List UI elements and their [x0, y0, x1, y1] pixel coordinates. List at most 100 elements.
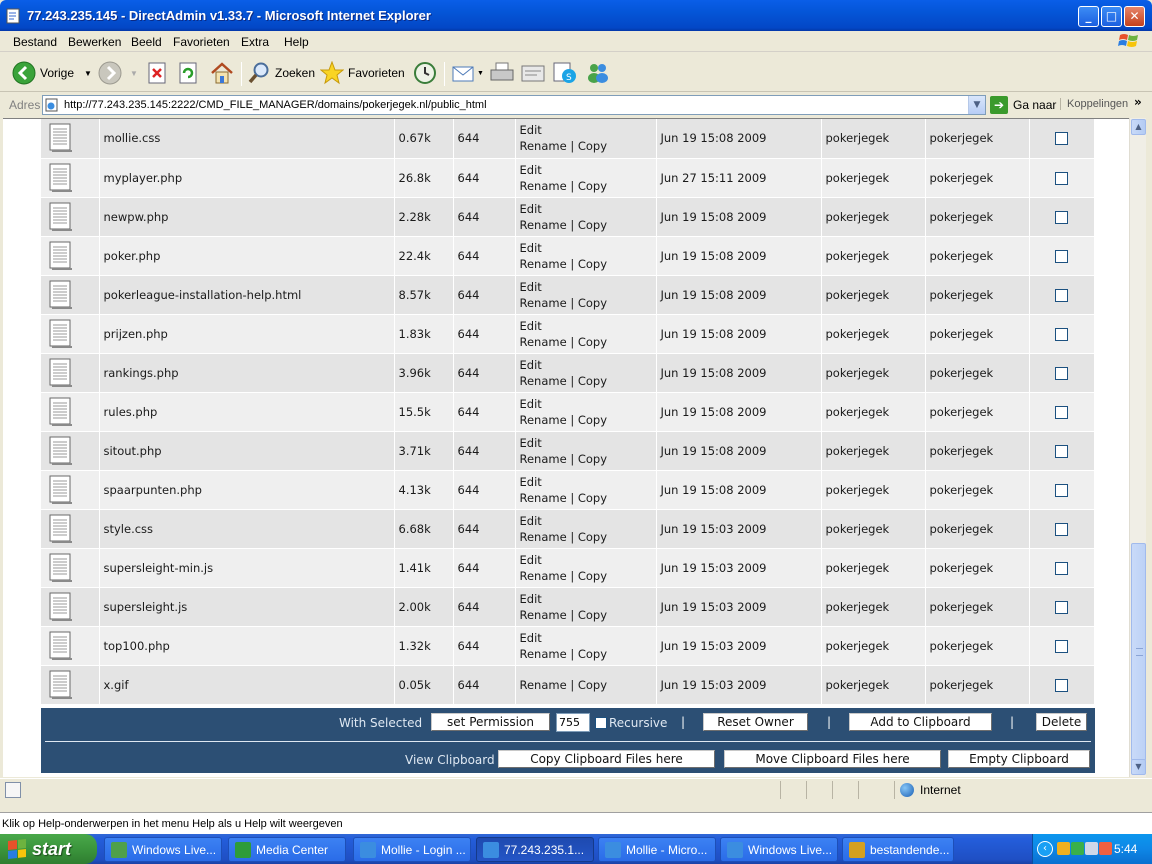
empty-clipboard-button[interactable]: Empty Clipboard — [948, 750, 1090, 768]
file-icon[interactable] — [47, 631, 75, 661]
scroll-up-icon[interactable]: ▲ — [1131, 119, 1146, 135]
file-icon[interactable] — [47, 514, 75, 544]
file-name[interactable]: rankings.php — [99, 353, 395, 393]
menu-bestand[interactable]: Bestand — [13, 35, 57, 49]
rename-link[interactable]: Rename — [520, 452, 567, 466]
skype-button[interactable]: S — [552, 60, 578, 86]
print-button[interactable] — [489, 60, 515, 86]
delete-button[interactable]: Delete — [1036, 713, 1087, 731]
file-name[interactable]: top100.php — [99, 626, 395, 666]
copy-link[interactable]: Copy — [578, 530, 607, 544]
select-checkbox[interactable] — [1055, 405, 1069, 419]
copy-link[interactable]: Copy — [578, 491, 607, 505]
file-name[interactable]: myplayer.php — [99, 158, 395, 198]
tray-media-icon[interactable] — [1099, 842, 1112, 855]
file-name[interactable]: supersleight.js — [99, 587, 395, 627]
recursive-checkbox[interactable] — [595, 717, 607, 729]
file-permission[interactable]: 644 — [453, 158, 516, 198]
go-button[interactable]: ➔ Ga naar — [990, 96, 1056, 114]
edit-link[interactable]: Edit — [520, 553, 542, 567]
copy-link[interactable]: Copy — [578, 647, 607, 661]
file-name[interactable]: sitout.php — [99, 431, 395, 471]
mail-dropdown-icon[interactable]: ▼ — [477, 70, 484, 77]
tray-network-icon[interactable] — [1071, 842, 1084, 855]
close-button[interactable]: ✕ — [1124, 6, 1145, 27]
edit-link[interactable]: Edit — [520, 631, 542, 645]
rename-link[interactable]: Rename — [520, 530, 567, 544]
file-icon[interactable] — [47, 592, 75, 622]
rename-link[interactable]: Rename — [520, 218, 567, 232]
links-label[interactable]: Koppelingen — [1060, 98, 1128, 110]
menu-help[interactable]: Help — [284, 35, 309, 49]
edit-link[interactable]: Edit — [520, 280, 542, 294]
select-checkbox[interactable] — [1055, 639, 1069, 653]
taskbar-button[interactable]: Mollie - Login ... — [353, 837, 471, 862]
taskbar-button[interactable]: Windows Live... — [720, 837, 838, 862]
rename-link[interactable]: Rename — [520, 139, 567, 153]
menu-favorieten[interactable]: Favorieten — [173, 35, 230, 49]
file-name[interactable]: mollie.css — [99, 119, 395, 159]
rename-link[interactable]: Rename — [520, 374, 567, 388]
edit-link[interactable]: Edit — [520, 202, 542, 216]
set-permission-button[interactable]: set Permission — [431, 713, 550, 731]
file-icon[interactable] — [47, 553, 75, 583]
rename-link[interactable]: Rename — [520, 569, 567, 583]
address-input[interactable]: http://77.243.235.145:2222/CMD_FILE_MANA… — [42, 95, 986, 115]
file-name[interactable]: rules.php — [99, 392, 395, 432]
select-checkbox[interactable] — [1055, 366, 1069, 380]
rename-link[interactable]: Rename — [520, 678, 567, 692]
edit-link[interactable]: Edit — [520, 123, 542, 137]
search-button[interactable]: Zoeken — [247, 60, 315, 86]
minimize-button[interactable]: _ — [1078, 6, 1099, 27]
file-icon[interactable] — [47, 475, 75, 505]
scrollbar-thumb[interactable] — [1131, 543, 1146, 761]
reset-owner-button[interactable]: Reset Owner — [703, 713, 808, 731]
select-checkbox[interactable] — [1055, 171, 1069, 185]
vertical-scrollbar[interactable]: ▲ ▼ — [1129, 118, 1146, 777]
tray-volume-icon[interactable] — [1085, 842, 1098, 855]
file-name[interactable]: newpw.php — [99, 197, 395, 237]
taskbar-button[interactable]: Media Center — [228, 837, 346, 862]
select-checkbox[interactable] — [1055, 483, 1069, 497]
select-checkbox[interactable] — [1055, 444, 1069, 458]
copy-link[interactable]: Copy — [578, 296, 607, 310]
file-permission[interactable]: 644 — [453, 587, 516, 627]
back-button[interactable]: Vorige ▼ — [12, 60, 92, 86]
file-icon[interactable] — [47, 319, 75, 349]
tray-shield-icon[interactable] — [1057, 842, 1070, 855]
edit-button[interactable] — [520, 60, 546, 86]
file-permission[interactable]: 644 — [453, 353, 516, 393]
view-clipboard-label[interactable]: View Clipboard — [405, 753, 495, 767]
select-checkbox[interactable] — [1055, 288, 1069, 302]
copy-link[interactable]: Copy — [578, 413, 607, 427]
file-permission[interactable]: 644 — [453, 275, 516, 315]
select-checkbox[interactable] — [1055, 522, 1069, 536]
edit-link[interactable]: Edit — [520, 241, 542, 255]
file-permission[interactable]: 644 — [453, 431, 516, 471]
select-checkbox[interactable] — [1055, 132, 1069, 146]
taskbar-button[interactable]: bestandende... — [842, 837, 954, 862]
file-name[interactable]: x.gif — [99, 665, 395, 705]
taskbar-button[interactable]: Mollie - Micro... — [598, 837, 716, 862]
rename-link[interactable]: Rename — [520, 179, 567, 193]
copy-link[interactable]: Copy — [578, 374, 607, 388]
rename-link[interactable]: Rename — [520, 491, 567, 505]
edit-link[interactable]: Edit — [520, 358, 542, 372]
taskbar-button[interactable]: Windows Live... — [104, 837, 222, 862]
stop-button[interactable] — [147, 60, 169, 86]
select-checkbox[interactable] — [1055, 678, 1069, 692]
address-dropdown-icon[interactable]: ▼ — [968, 96, 985, 114]
file-icon[interactable] — [47, 397, 75, 427]
tray-expand-icon[interactable]: ‹ — [1037, 841, 1053, 857]
file-icon[interactable] — [47, 123, 75, 153]
scroll-down-icon[interactable]: ▼ — [1131, 759, 1146, 775]
home-button[interactable] — [209, 60, 235, 86]
menu-extra[interactable]: Extra — [241, 35, 269, 49]
copy-link[interactable]: Copy — [578, 139, 607, 153]
select-checkbox[interactable] — [1055, 249, 1069, 263]
select-checkbox[interactable] — [1055, 327, 1069, 341]
edit-link[interactable]: Edit — [520, 514, 542, 528]
file-name[interactable]: spaarpunten.php — [99, 470, 395, 510]
file-icon[interactable] — [47, 163, 75, 193]
rename-link[interactable]: Rename — [520, 413, 567, 427]
